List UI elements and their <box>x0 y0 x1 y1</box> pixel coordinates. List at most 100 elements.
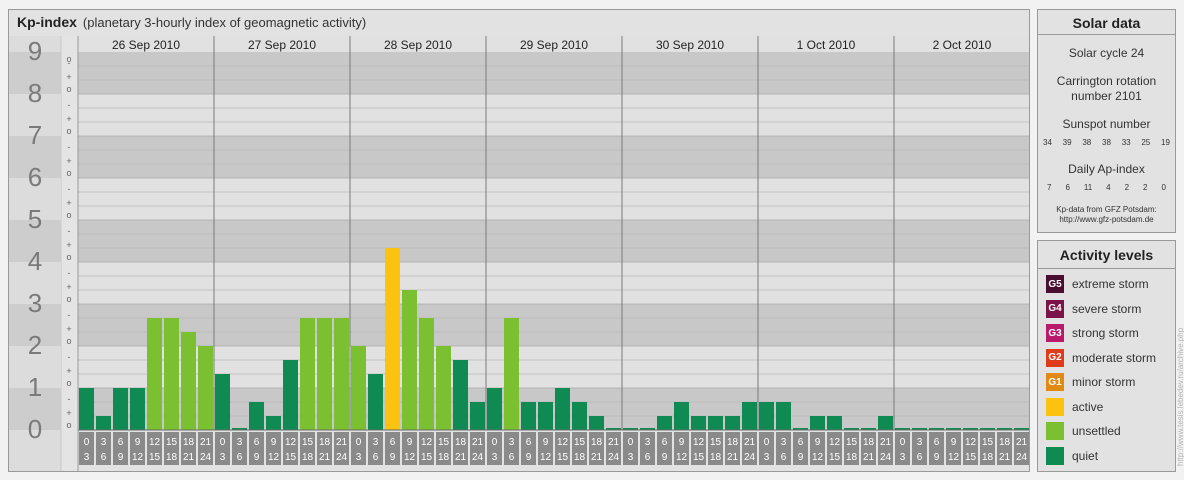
time-slot-start: 0 <box>492 437 498 448</box>
y-tick-label: 3 <box>28 288 42 318</box>
legend-label: minor storm <box>1072 375 1136 389</box>
time-slot-start: 12 <box>421 437 433 448</box>
legend-label: strong storm <box>1072 326 1139 340</box>
time-slot-end: 6 <box>509 452 515 463</box>
time-slot-end: 15 <box>557 452 569 463</box>
time-slot-start: 15 <box>166 437 178 448</box>
level-band <box>78 52 1029 94</box>
y-tick-label: 7 <box>28 120 42 150</box>
time-slot-end: 6 <box>781 452 787 463</box>
time-slot-start: 9 <box>407 437 413 448</box>
minor-tick-label: o <box>66 84 71 94</box>
time-slot-start: 0 <box>220 437 226 448</box>
kp-bar <box>79 388 94 430</box>
kp-bar <box>538 401 553 430</box>
kp-bar <box>453 359 468 430</box>
minor-tick-label: + <box>66 156 71 166</box>
y-tick-label: 9 <box>28 36 42 66</box>
kp-bar <box>759 401 774 430</box>
legend-swatch <box>1046 397 1064 416</box>
kp-bar <box>521 401 536 430</box>
time-slot-end: 12 <box>404 452 416 463</box>
time-slot-start: 21 <box>880 437 892 448</box>
time-slot-start: 12 <box>557 437 569 448</box>
level-band <box>78 178 1029 220</box>
time-slot-end: 18 <box>982 452 994 463</box>
time-slot-start: 0 <box>900 437 906 448</box>
time-slot-end: 12 <box>268 452 280 463</box>
level-band <box>78 94 1029 136</box>
time-slot-end: 21 <box>183 452 195 463</box>
time-slot-start: 6 <box>798 437 804 448</box>
time-slot-end: 6 <box>237 452 243 463</box>
time-slot-end: 9 <box>662 452 668 463</box>
time-slot-end: 15 <box>693 452 705 463</box>
legend-item: G5 extreme storm <box>1046 275 1149 293</box>
time-slot-end: 3 <box>628 452 634 463</box>
minor-tick-label: o <box>66 168 71 178</box>
data-source-label: Kp-data from GFZ Potsdam: <box>1056 205 1157 214</box>
time-slot-start: 9 <box>951 437 957 448</box>
minor-tick-label: o <box>66 126 71 136</box>
time-slot-start: 18 <box>319 437 331 448</box>
minor-tick-label: + <box>66 324 71 334</box>
legend-swatch: G5 <box>1046 275 1064 293</box>
time-slot-start: 3 <box>781 437 787 448</box>
time-slot-start: 15 <box>302 437 314 448</box>
kp-bar <box>572 401 587 430</box>
time-slot-end: 6 <box>373 452 379 463</box>
time-slot-start: 15 <box>846 437 858 448</box>
kp-bar <box>674 401 689 430</box>
time-slot-end: 18 <box>574 452 586 463</box>
day-label: 29 Sep 2010 <box>520 38 588 52</box>
kp-bar <box>419 317 434 430</box>
kp-bar <box>589 416 604 430</box>
kp-bar <box>249 401 264 430</box>
time-slot-end: 9 <box>934 452 940 463</box>
day-label: 27 Sep 2010 <box>248 38 316 52</box>
time-slot-start: 18 <box>183 437 195 448</box>
minor-tick-label: + <box>66 240 71 250</box>
time-slot-start: 15 <box>982 437 994 448</box>
time-slot-end: 21 <box>455 452 467 463</box>
minor-tick-label: + <box>66 282 71 292</box>
time-slot-start: 15 <box>438 437 450 448</box>
time-slot-end: 3 <box>764 452 770 463</box>
time-slot-end: 18 <box>438 452 450 463</box>
solar-data-title: Solar data <box>1072 15 1141 31</box>
day-label: 30 Sep 2010 <box>656 38 724 52</box>
kp-bar <box>708 416 723 430</box>
time-slot-end: 3 <box>492 452 498 463</box>
time-slot-end: 21 <box>319 452 331 463</box>
kp-bar <box>776 401 791 430</box>
time-slot-start: 9 <box>135 437 141 448</box>
y-tick-label: 0 <box>28 414 42 444</box>
carrington-rotation-label: Carrington rotation <box>1056 74 1157 88</box>
time-slot-start: 12 <box>829 437 841 448</box>
time-slot-end: 9 <box>526 452 532 463</box>
legend-item: active <box>1046 397 1103 416</box>
minor-tick-label: + <box>66 114 71 124</box>
time-slot-start: 12 <box>693 437 705 448</box>
legend-item: G4 severe storm <box>1046 299 1141 318</box>
minor-tick-label: - <box>68 310 71 320</box>
time-slot-end: 12 <box>132 452 144 463</box>
time-slot-start: 12 <box>965 437 977 448</box>
time-slot-start: 3 <box>645 437 651 448</box>
minor-tick-label: o <box>66 252 71 262</box>
kp-bar <box>130 388 145 430</box>
time-slot-end: 12 <box>812 452 824 463</box>
kp-bar <box>555 388 570 430</box>
time-slot-start: 21 <box>608 437 620 448</box>
minor-tick-label: o <box>66 378 71 388</box>
kp-bar <box>317 317 332 430</box>
y-tick-label: 1 <box>28 372 42 402</box>
time-slot-end: 12 <box>540 452 552 463</box>
time-slot-end: 9 <box>254 452 260 463</box>
time-slot-end: 9 <box>118 452 124 463</box>
time-slot-end: 21 <box>863 452 875 463</box>
time-slot-start: 0 <box>764 437 770 448</box>
kp-bar <box>300 317 315 430</box>
minor-tick-label: - <box>68 184 71 194</box>
time-slot-start: 15 <box>710 437 722 448</box>
